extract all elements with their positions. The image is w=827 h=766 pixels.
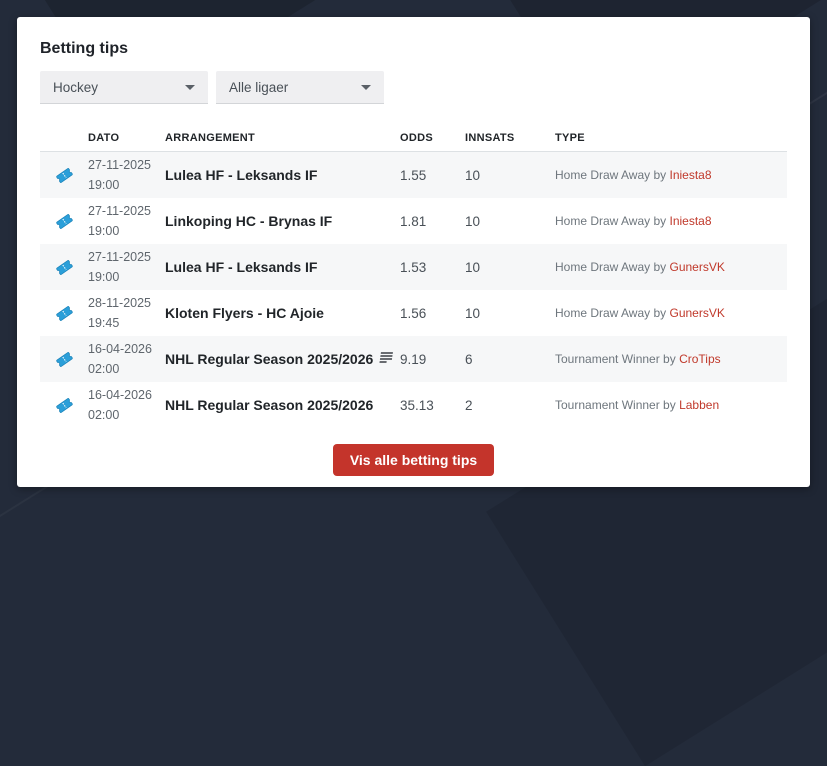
filter-bar: Hockey Alle ligaer: [40, 71, 787, 104]
ticket-icon[interactable]: [40, 349, 88, 370]
event-arrangement: Lulea HF - Leksands IF: [165, 259, 318, 275]
caret-down-icon: [185, 84, 195, 90]
event-date: 28-11-2025 19:45: [88, 293, 165, 333]
table-row: 27-11-2025 19:00 Lulea HF - Leksands IF 1…: [40, 244, 787, 290]
tipster-link[interactable]: Iniesta8: [670, 214, 712, 228]
event-type: Tournament Winner by CroTips: [555, 352, 787, 366]
date-value: 27-11-2025: [88, 204, 152, 218]
header-innsats: INNSATS: [465, 132, 515, 144]
event-odds: 35.13: [400, 397, 434, 413]
show-all-betting-tips-button[interactable]: Vis alle betting tips: [332, 444, 495, 476]
league-select[interactable]: Alle ligaer: [216, 71, 384, 104]
event-date: 27-11-2025 19:00: [88, 155, 165, 195]
event-arrangement: NHL Regular Season 2025/2026: [165, 351, 400, 367]
header-odds: ODDS: [400, 132, 433, 144]
type-label: Tournament Winner by: [555, 352, 676, 366]
event-type: Home Draw Away by GunersVK: [555, 260, 787, 274]
tipster-link[interactable]: GunersVK: [670, 260, 725, 274]
date-value: 16-04-2026: [88, 388, 152, 402]
table-row: 27-11-2025 19:00 Lulea HF - Leksands IF 1…: [40, 152, 787, 198]
header-type: TYPE: [555, 132, 585, 144]
event-innsats: 10: [465, 167, 481, 183]
event-arrangement: Linkoping HC - Brynas IF: [165, 213, 333, 229]
type-label: Home Draw Away by: [555, 168, 667, 182]
time-value: 02:00: [88, 408, 120, 422]
event-odds: 1.55: [400, 167, 427, 183]
betting-tips-card: Betting tips Hockey Alle ligaer DATO ARR…: [17, 17, 810, 487]
event-date: 27-11-2025 19:00: [88, 247, 165, 287]
time-value: 19:45: [88, 316, 120, 330]
event-date: 16-04-2026 02:00: [88, 385, 165, 425]
event-type: Home Draw Away by GunersVK: [555, 306, 787, 320]
header-arrangement: ARRANGEMENT: [165, 132, 256, 144]
event-innsats: 2: [465, 397, 473, 413]
type-label: Home Draw Away by: [555, 306, 667, 320]
tipster-link[interactable]: GunersVK: [670, 306, 725, 320]
time-value: 02:00: [88, 362, 120, 376]
table-row: 27-11-2025 19:00 Linkoping HC - Brynas IF…: [40, 198, 787, 244]
date-value: 27-11-2025: [88, 250, 152, 264]
tipster-link[interactable]: Labben: [679, 398, 719, 412]
ticket-icon[interactable]: [40, 211, 88, 232]
time-value: 19:00: [88, 270, 120, 284]
header-dato: DATO: [88, 132, 120, 144]
type-label: Home Draw Away by: [555, 214, 667, 228]
event-date: 27-11-2025 19:00: [88, 201, 165, 241]
type-label: Home Draw Away by: [555, 260, 667, 274]
event-date: 16-04-2026 02:00: [88, 339, 165, 379]
date-value: 16-04-2026: [88, 342, 152, 356]
table-row: 28-11-2025 19:45 Kloten Flyers - HC Ajoie…: [40, 290, 787, 336]
date-value: 28-11-2025: [88, 296, 152, 310]
page-title: Betting tips: [40, 40, 128, 57]
ticket-icon[interactable]: [40, 165, 88, 186]
event-type: Tournament Winner by Labben: [555, 398, 787, 412]
table-row: 16-04-2026 02:00 NHL Regular Season 2025/…: [40, 382, 787, 428]
event-innsats: 10: [465, 259, 481, 275]
time-value: 19:00: [88, 224, 120, 238]
caret-down-icon: [361, 84, 371, 90]
tipster-link[interactable]: CroTips: [679, 352, 721, 366]
event-odds: 1.81: [400, 213, 427, 229]
sport-select[interactable]: Hockey: [40, 71, 208, 104]
ticket-icon[interactable]: [40, 303, 88, 324]
type-label: Tournament Winner by: [555, 398, 676, 412]
ticket-icon[interactable]: [40, 395, 88, 416]
event-arrangement: Lulea HF - Leksands IF: [165, 167, 318, 183]
event-odds: 1.56: [400, 305, 427, 321]
card-footer: Vis alle betting tips: [40, 444, 787, 476]
event-arrangement: NHL Regular Season 2025/2026: [165, 397, 374, 413]
ticket-icon[interactable]: [40, 257, 88, 278]
arrangement-label: NHL Regular Season 2025/2026: [165, 351, 374, 367]
betting-tips-table: DATO ARRANGEMENT ODDS INNSATS TYPE 27-11…: [40, 125, 787, 428]
event-innsats: 10: [465, 213, 481, 229]
date-value: 27-11-2025: [88, 158, 152, 172]
event-type: Home Draw Away by Iniesta8: [555, 214, 787, 228]
note-lines-icon[interactable]: [378, 351, 394, 367]
event-odds: 1.53: [400, 259, 427, 275]
table-row: 16-04-2026 02:00 NHL Regular Season 2025/…: [40, 336, 787, 382]
event-odds: 9.19: [400, 351, 427, 367]
table-header-row: DATO ARRANGEMENT ODDS INNSATS TYPE: [40, 125, 787, 152]
league-select-value: Alle ligaer: [229, 79, 289, 95]
event-innsats: 6: [465, 351, 473, 367]
sport-select-value: Hockey: [53, 79, 99, 95]
tipster-link[interactable]: Iniesta8: [670, 168, 712, 182]
event-arrangement: Kloten Flyers - HC Ajoie: [165, 305, 324, 321]
event-type: Home Draw Away by Iniesta8: [555, 168, 787, 182]
time-value: 19:00: [88, 178, 120, 192]
event-innsats: 10: [465, 305, 481, 321]
